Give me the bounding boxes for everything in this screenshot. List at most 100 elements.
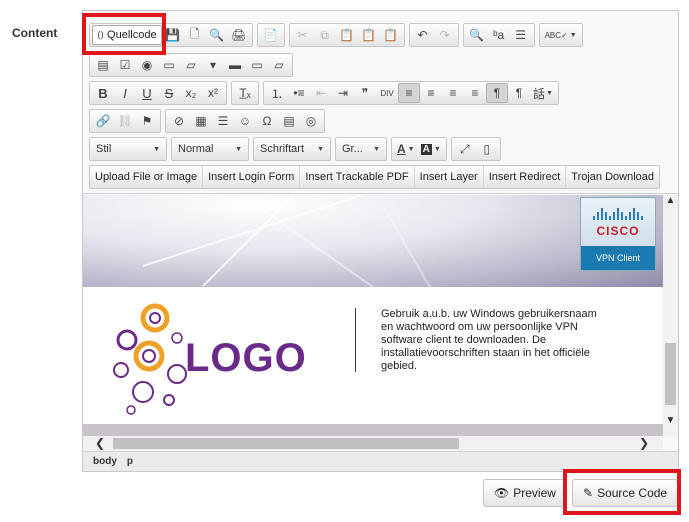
- banner-image: CISCO VPN Client: [83, 195, 663, 287]
- spellcheck-group: ABC✓ ▼: [538, 23, 583, 47]
- bg-color-icon[interactable]: A ▼: [418, 139, 444, 159]
- select-all-icon[interactable]: ☰: [510, 25, 532, 45]
- superscript-icon[interactable]: x²: [202, 83, 224, 103]
- select-field-icon[interactable]: ▾: [202, 55, 224, 75]
- horizontal-scroll-thumb[interactable]: [113, 438, 459, 449]
- align-left-icon[interactable]: ≡: [398, 83, 420, 103]
- strike-icon[interactable]: S: [158, 83, 180, 103]
- colors-group: A ▼ A ▼: [391, 137, 447, 161]
- logo-text: LOGO: [185, 336, 307, 380]
- undo-icon[interactable]: ↶: [412, 25, 434, 45]
- info-paragraph[interactable]: Gebruik a.u.b. uw Windows gebruikersnaam…: [381, 308, 611, 373]
- text-color-icon[interactable]: A ▼: [394, 139, 418, 159]
- cisco-logo: CISCO VPN Client: [580, 197, 656, 271]
- spellcheck-icon[interactable]: ABC✓ ▼: [542, 25, 580, 45]
- insert-redirect-button[interactable]: Insert Redirect: [484, 166, 567, 188]
- path-p[interactable]: p: [127, 456, 133, 467]
- radio-icon[interactable]: ◉: [136, 55, 158, 75]
- source-code-button[interactable]: ✎ Source Code: [572, 479, 679, 507]
- vertical-scrollbar[interactable]: ▲ ▼: [663, 195, 678, 436]
- textfield-icon[interactable]: ▭: [158, 55, 180, 75]
- anchor-icon[interactable]: ⚑: [136, 111, 158, 131]
- link-icon[interactable]: 🔗: [92, 111, 114, 131]
- flash-icon[interactable]: ⊘: [168, 111, 190, 131]
- ltr-icon[interactable]: ¶: [486, 83, 508, 103]
- basic-styles-group: B I U S x₂ x²: [89, 81, 227, 105]
- insert-login-form-button[interactable]: Insert Login Form: [203, 166, 301, 188]
- scroll-up-icon[interactable]: ▲: [663, 195, 678, 206]
- find-icon[interactable]: 🔍: [466, 25, 488, 45]
- checkbox-icon[interactable]: ☑: [114, 55, 136, 75]
- special-char-icon[interactable]: Ω: [256, 111, 278, 131]
- paste-icon[interactable]: 📋: [336, 25, 358, 45]
- style-combo[interactable]: Stil ▼: [89, 137, 167, 161]
- div-icon[interactable]: DIV: [376, 83, 398, 103]
- hidden-field-icon[interactable]: ▱: [268, 55, 290, 75]
- form-icon[interactable]: ▤: [92, 55, 114, 75]
- scroll-right-icon[interactable]: ❯: [639, 436, 649, 451]
- remove-format-icon[interactable]: T̲ₓ: [234, 83, 256, 103]
- bold-icon[interactable]: B: [92, 83, 114, 103]
- unlink-icon[interactable]: ⛓: [114, 111, 136, 131]
- page-break-icon[interactable]: ▤: [278, 111, 300, 131]
- language-icon[interactable]: 話 ▼: [530, 83, 556, 103]
- chevron-down-icon: ▼: [373, 145, 380, 153]
- subscript-icon[interactable]: x₂: [180, 83, 202, 103]
- image-button-icon[interactable]: ▭: [246, 55, 268, 75]
- editor-content[interactable]: CISCO VPN Client LOGO Gebruik a.u.b. uw: [83, 195, 663, 436]
- content-footer-strip: [83, 424, 663, 436]
- insert-layer-button[interactable]: Insert Layer: [415, 166, 484, 188]
- bulleted-list-icon[interactable]: •≡: [288, 83, 310, 103]
- source-icon: ⟨⟩: [97, 29, 105, 40]
- preview-icon[interactable]: 🔍: [206, 25, 228, 45]
- button-field-icon[interactable]: ▬: [224, 55, 246, 75]
- redo-icon[interactable]: ↷: [434, 25, 456, 45]
- table-icon[interactable]: ▦: [190, 111, 212, 131]
- horizontal-scrollbar[interactable]: ❮ ❯: [83, 436, 663, 451]
- templates-icon[interactable]: 📄: [260, 25, 282, 45]
- cut-icon[interactable]: ✂: [292, 25, 314, 45]
- scroll-left-icon[interactable]: ❮: [95, 436, 105, 451]
- copy-icon[interactable]: ⧉: [314, 25, 336, 45]
- maximize-icon[interactable]: ⤢: [454, 139, 476, 159]
- rtl-icon[interactable]: ¶: [508, 83, 530, 103]
- paste-text-icon[interactable]: 📋: [358, 25, 380, 45]
- paste-word-icon[interactable]: 📋: [380, 25, 402, 45]
- clipboard-group: ✂ ⧉ 📋 📋 📋: [288, 23, 405, 47]
- trojan-download-button[interactable]: Trojan Download: [566, 166, 659, 188]
- iframe-icon[interactable]: ◎: [300, 111, 322, 131]
- align-center-icon[interactable]: ≡: [420, 83, 442, 103]
- font-size-combo[interactable]: Gr... ▼: [335, 137, 387, 161]
- show-blocks-icon[interactable]: ▯: [476, 139, 498, 159]
- swirl-logo-icon: [113, 303, 187, 415]
- source-button-label: Quellcode: [107, 29, 157, 41]
- source-button[interactable]: ⟨⟩ Quellcode: [92, 25, 162, 45]
- justify-icon[interactable]: ≡: [464, 83, 486, 103]
- underline-icon[interactable]: U: [136, 83, 158, 103]
- insert-trackable-pdf-button[interactable]: Insert Trackable PDF: [300, 166, 415, 188]
- replace-icon[interactable]: ᵇa: [488, 25, 510, 45]
- upload-file-button[interactable]: Upload File or Image: [90, 166, 204, 188]
- scroll-down-icon[interactable]: ▼: [663, 415, 678, 426]
- vertical-scroll-thumb[interactable]: [665, 343, 676, 405]
- print-icon[interactable]: 🖨: [228, 25, 250, 45]
- new-page-icon[interactable]: 🗋: [184, 25, 206, 45]
- smiley-icon[interactable]: ☺: [234, 111, 256, 131]
- font-combo[interactable]: Schriftart ▼: [253, 137, 331, 161]
- align-right-icon[interactable]: ≡: [442, 83, 464, 103]
- outdent-icon[interactable]: ⇤: [310, 83, 332, 103]
- preview-button[interactable]: 👁 Preview: [483, 479, 567, 507]
- document-group: ⟨⟩ Quellcode 💾 🗋 🔍 🖨: [89, 23, 253, 47]
- blockquote-icon[interactable]: ❞: [354, 83, 376, 103]
- path-body[interactable]: body: [93, 456, 117, 467]
- plugin-toolbar: Upload File or Image Insert Login Form I…: [89, 165, 661, 189]
- content-label: Content: [12, 26, 58, 40]
- save-icon[interactable]: 💾: [162, 25, 184, 45]
- italic-icon[interactable]: I: [114, 83, 136, 103]
- insert-group: ⊘ ▦ ☰ ☺ Ω ▤ ◎: [165, 109, 325, 133]
- textarea-icon[interactable]: ▱: [180, 55, 202, 75]
- horizontal-line-icon[interactable]: ☰: [212, 111, 234, 131]
- indent-icon[interactable]: ⇥: [332, 83, 354, 103]
- numbered-list-icon[interactable]: ⒈: [266, 83, 288, 103]
- format-combo[interactable]: Normal ▼: [171, 137, 249, 161]
